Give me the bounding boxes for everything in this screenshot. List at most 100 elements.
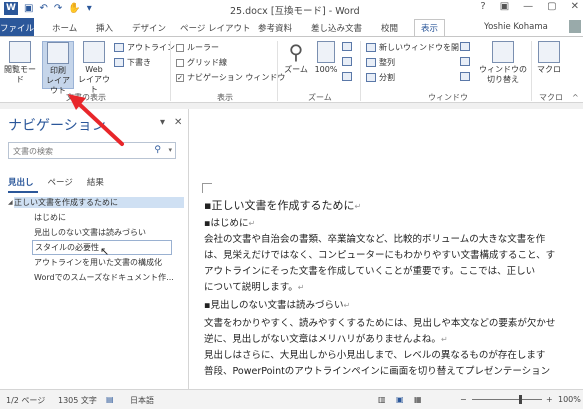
new-window-label: 新しいウィンドウを開く xyxy=(379,43,467,52)
doc-body-line: 会社の文書や自治会の書類、卒業論文など、比較的ボリュームの大きな文書を作 xyxy=(204,234,546,245)
arrange-all-button[interactable]: 整列 xyxy=(366,57,395,68)
reset-window-button[interactable] xyxy=(460,72,470,81)
heading-item[interactable]: アウトラインを用いた文書の構成化 xyxy=(34,257,162,268)
maximize-icon[interactable]: ▢ xyxy=(547,1,556,12)
tab-review[interactable]: 校閲 xyxy=(381,20,398,36)
page-count[interactable]: 1/2 ページ xyxy=(6,395,45,406)
nav-options-icon[interactable]: ▾ xyxy=(160,117,165,128)
search-icon[interactable]: ⚲ xyxy=(154,145,161,155)
one-page-button[interactable] xyxy=(342,42,352,51)
tab-home[interactable]: ホーム xyxy=(52,20,77,36)
tab-page-layout[interactable]: ページ レイアウト xyxy=(180,20,251,36)
one-page-icon xyxy=(342,42,352,51)
split-label: 分割 xyxy=(379,73,395,82)
window-controls: ? ▣ — ▢ ✕ xyxy=(480,1,579,12)
word-count[interactable]: 1305 文字 xyxy=(58,395,97,406)
draft-button[interactable]: 下書き xyxy=(114,57,151,68)
draft-label: 下書き xyxy=(127,58,151,67)
multiple-pages-button[interactable] xyxy=(342,57,352,66)
group-separator xyxy=(531,41,532,101)
undo-icon[interactable]: ↶ xyxy=(39,3,47,14)
touch-mode-icon[interactable]: ✋ xyxy=(68,3,80,14)
close-icon[interactable]: ✕ xyxy=(571,1,579,12)
tab-file[interactable]: ファイル xyxy=(0,18,34,36)
heading-item[interactable]: Wordでのスムーズなドキュメント作... xyxy=(34,272,174,283)
read-mode-button[interactable]: 閲覧モード xyxy=(2,41,38,85)
zoom-button[interactable]: ⚲ ズーム xyxy=(282,41,310,75)
nav-pane-label: ナビゲーション ウィンドウ xyxy=(187,73,286,82)
user-name[interactable]: Yoshie Kohama xyxy=(484,22,548,32)
quick-access-toolbar: W ▣ ↶ ↷ ✋ ▾ xyxy=(4,2,92,15)
ribbon-display-icon[interactable]: ▣ xyxy=(500,1,509,12)
chevron-down-icon[interactable]: ▾ xyxy=(168,146,172,154)
page-width-button[interactable] xyxy=(342,72,352,81)
proofing-icon[interactable]: ▤ xyxy=(106,395,114,404)
group-separator xyxy=(277,41,278,101)
print-layout-view-icon[interactable]: ▣ xyxy=(396,395,404,404)
draft-icon xyxy=(114,58,124,67)
outline-button[interactable]: アウトライン xyxy=(114,42,175,53)
nav-search-placeholder: 文書の検索 xyxy=(13,147,53,156)
tab-design[interactable]: デザイン xyxy=(132,20,166,36)
zoom-in-icon[interactable]: + xyxy=(546,395,553,404)
tab-references[interactable]: 参考資料 xyxy=(258,20,292,36)
print-layout-button[interactable]: 印刷 レイアウト xyxy=(42,41,74,95)
tab-insert[interactable]: 挿入 xyxy=(96,20,113,36)
print-layout-label-1: 印刷 xyxy=(50,66,66,75)
ribbon: 閲覧モード 印刷 レイアウト Web レイアウト アウトライン 下書き 文書の表… xyxy=(0,36,583,103)
doc-line: はじめに xyxy=(210,218,249,229)
new-window-button[interactable]: 新しいウィンドウを開く xyxy=(366,42,467,53)
doc-body-line: 見出しはさらに、大見出しから小見出しまで、レベルの異なるものが存在します xyxy=(204,350,546,361)
gridlines-checkbox[interactable]: グリッド線 xyxy=(176,57,227,68)
heading-item[interactable]: 見出しのない文書は読みづらい xyxy=(34,227,146,238)
group-separator xyxy=(360,41,361,101)
web-layout-view-icon[interactable]: ▦ xyxy=(414,395,422,404)
zoom-label: ズーム xyxy=(284,65,308,74)
tab-pages[interactable]: ページ xyxy=(48,176,73,188)
zoom-slider-thumb[interactable] xyxy=(519,395,522,404)
nav-pane-checkbox[interactable]: ✓ ナビゲーション ウィンドウ xyxy=(176,72,285,83)
read-mode-view-icon[interactable]: ▥ xyxy=(378,395,386,404)
group-zoom-label: ズーム xyxy=(308,93,332,102)
minimize-icon[interactable]: — xyxy=(523,1,533,12)
zoom-slider[interactable] xyxy=(472,399,542,400)
web-layout-label-1: Web xyxy=(85,65,103,74)
heading-item[interactable]: はじめに xyxy=(34,212,66,223)
sync-scrolling-button[interactable] xyxy=(460,57,470,66)
active-tab-underline xyxy=(8,191,38,193)
nav-close-icon[interactable]: ✕ xyxy=(174,117,182,128)
page-icon xyxy=(47,42,69,64)
tab-results[interactable]: 結果 xyxy=(87,176,104,188)
nav-search-input[interactable]: 文書の検索 ⚲ ▾ xyxy=(8,142,176,159)
avatar[interactable] xyxy=(569,20,581,33)
save-icon[interactable]: ▣ xyxy=(24,3,33,14)
help-icon[interactable]: ? xyxy=(480,1,485,12)
collapse-ribbon-icon[interactable]: ^ xyxy=(572,93,579,102)
macros-button[interactable]: マクロ xyxy=(536,41,562,75)
web-layout-button[interactable]: Web レイアウト xyxy=(78,41,110,95)
new-window-icon xyxy=(366,43,376,52)
doc-body-line: について説明します。↵ xyxy=(204,282,305,293)
zoom-100-button[interactable]: 100% xyxy=(312,41,340,75)
document-page[interactable]: ▪正しい文書を作成するために↵ ▪はじめに↵ 会社の文書や自治会の書類、卒業論文… xyxy=(190,109,583,389)
redo-icon[interactable]: ↷ xyxy=(54,3,62,14)
tab-view[interactable]: 表示 xyxy=(414,19,446,37)
switch-windows-button[interactable]: ウィンドウの 切り替え xyxy=(478,41,528,85)
tab-headings[interactable]: 見出し xyxy=(8,176,34,188)
zoom-out-icon[interactable]: − xyxy=(460,395,467,404)
switch-windows-label-1: ウィンドウの xyxy=(479,65,527,74)
heading-item[interactable]: 正しい文書を作成するために xyxy=(14,197,184,208)
ruler-checkbox[interactable]: ルーラー xyxy=(176,42,219,53)
language-indicator[interactable]: 日本語 xyxy=(130,395,154,406)
doc-body-line: 普段、PowerPointのアウトラインペインに画面を切り替えてプレゼンテーショ… xyxy=(204,366,551,377)
outline-icon xyxy=(114,43,124,52)
split-button[interactable]: 分割 xyxy=(366,72,395,83)
view-side-by-side-button[interactable] xyxy=(460,42,470,51)
customize-qat-icon[interactable]: ▾ xyxy=(87,3,92,14)
zoom-level[interactable]: 100% xyxy=(558,395,581,404)
macro-icon xyxy=(538,41,560,63)
tab-mailings[interactable]: 差し込み文書 xyxy=(311,20,362,36)
doc-line: 逆に、見出しがない文章はメリハリがありませんよね。 xyxy=(204,334,441,345)
collapse-triangle-icon[interactable]: ◢ xyxy=(8,199,13,206)
doc-body-line: は、見栄えだけではなく、コンピューターにもわかりやすい文書構成すること、す xyxy=(204,250,556,261)
